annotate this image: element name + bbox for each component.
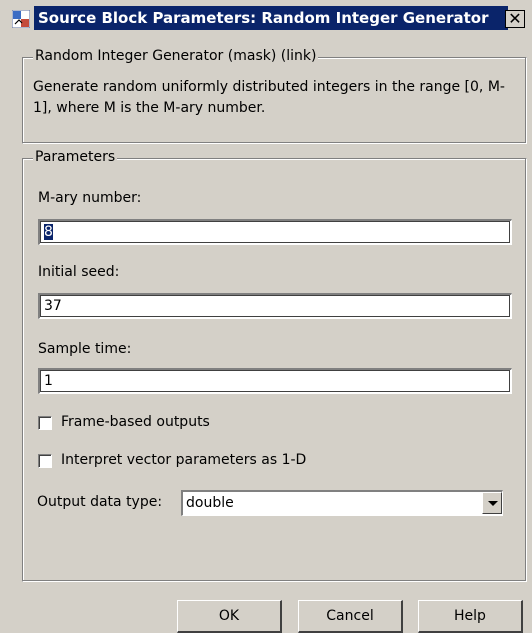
title-bar: Source Block Parameters: Random Integer … bbox=[0, 0, 532, 34]
close-button[interactable]: ✕ bbox=[505, 10, 525, 28]
mary-number-value: 8 bbox=[44, 224, 53, 240]
cancel-button[interactable]: Cancel bbox=[298, 600, 403, 633]
close-icon: ✕ bbox=[508, 9, 522, 28]
mary-number-field[interactable]: 8 bbox=[38, 219, 512, 245]
ok-button[interactable]: OK bbox=[177, 600, 282, 633]
frame-based-label: Frame-based outputs bbox=[61, 414, 210, 430]
block-description-legend: Random Integer Generator (mask) (link) bbox=[33, 48, 319, 64]
initial-seed-label: Initial seed: bbox=[38, 264, 120, 280]
interpret-vector-label: Interpret vector parameters as 1-D bbox=[61, 452, 307, 468]
output-data-type-value: double bbox=[186, 495, 234, 511]
initial-seed-value: 37 bbox=[44, 298, 62, 314]
output-data-type-label: Output data type: bbox=[37, 494, 163, 510]
initial-seed-field[interactable]: 37 bbox=[38, 293, 512, 319]
mary-number-label: M-ary number: bbox=[38, 190, 142, 206]
sample-time-field[interactable]: 1 bbox=[38, 368, 512, 394]
sample-time-label: Sample time: bbox=[38, 341, 132, 357]
window-title: Source Block Parameters: Random Integer … bbox=[34, 6, 508, 30]
help-button[interactable]: Help bbox=[418, 600, 523, 633]
output-data-type-select[interactable]: double bbox=[181, 490, 503, 516]
parameters-legend: Parameters bbox=[33, 149, 118, 165]
frame-based-checkbox[interactable] bbox=[38, 416, 52, 430]
interpret-vector-checkbox[interactable] bbox=[38, 454, 52, 468]
chevron-down-icon[interactable] bbox=[482, 492, 502, 514]
sample-time-value: 1 bbox=[44, 373, 53, 389]
simulink-block-icon bbox=[12, 10, 30, 28]
block-description-text: Generate random uniformly distributed in… bbox=[33, 79, 505, 116]
